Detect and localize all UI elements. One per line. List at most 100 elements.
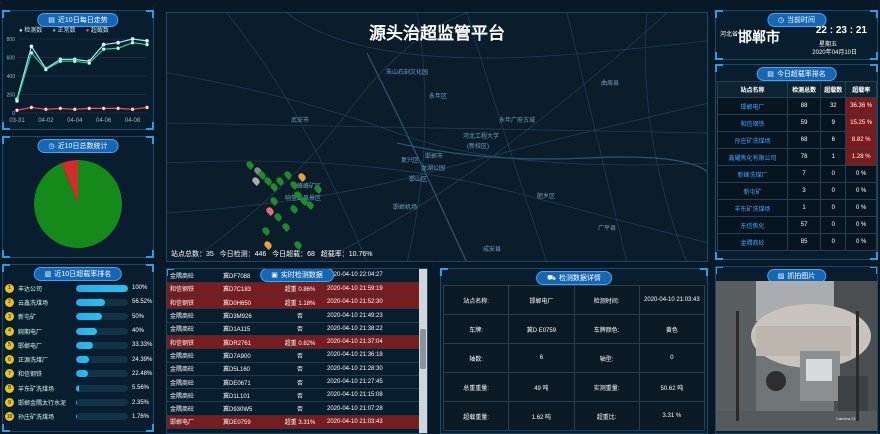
map-place-label: 河北工程大学 (463, 134, 500, 140)
rank-list: 1 丰达公司 100% 2 云鑫洗煤场 56.52% 3 新屯矿 50% 4 婉期电厂… (5, 281, 153, 424)
realtime-scrollbar[interactable] (419, 269, 427, 433)
x-tick-label: 04-02 (38, 118, 54, 124)
rank-bar (76, 327, 128, 335)
today-rank-title: ▤ 今日超载率排名 (756, 67, 837, 81)
column-header: 检测总数 (787, 81, 822, 98)
table-row[interactable]: 东信焦化 57 0 0 % (717, 216, 877, 234)
rate-cell: 0 % (856, 222, 867, 228)
y-tick-label: 400 (7, 74, 16, 80)
table-row[interactable]: 金隅商砼 85 0 0 % (717, 233, 877, 251)
overload-cell: 否 (296, 353, 303, 360)
data-point (87, 61, 92, 65)
time-panel: ◷ 当前时间 河北省 邯郸市 22 : 23 : 21 星期五 2020年04月1… (715, 10, 878, 60)
plate-cell: 冀DE0759 (223, 420, 251, 427)
station-cell: 新屯矿 (717, 182, 788, 200)
station-cell: 东信焦化 (717, 216, 788, 234)
table-row[interactable]: 邯郸电厂 冀DE0759 超重 3.31% 2020-04-10 21:03:4… (167, 415, 419, 429)
table-row[interactable]: 羊东矿洗煤场 1 0 0 % (717, 199, 877, 217)
rank-percent: 56.52% (132, 299, 153, 306)
y-tick-label: 600 (7, 56, 16, 62)
table-row[interactable]: 邯郸电厂 88 32 36.36 % (717, 97, 877, 115)
table-row[interactable]: 新屯矿 3 0 0 % (717, 182, 877, 200)
detail-value: 50.62 吨 (639, 372, 706, 402)
rate-cell: 0 % (856, 171, 867, 177)
map-place-label: 邯郸市 (425, 154, 444, 160)
station-cell: 金隅商砼 (170, 314, 195, 321)
column-header: 超载率 (845, 81, 877, 98)
detail-value: 49 吨 (508, 372, 575, 402)
total-cell: 59 (787, 114, 822, 132)
map-status: 站点总数：35 今日检测：446 今日超载：68 超载率：10.76% (171, 251, 373, 258)
data-point (101, 106, 106, 111)
chart-icon: ▤ (48, 17, 55, 24)
realtime-table[interactable]: 金隅商砼 冀DF7088 否 2020-04-10 22:04:27 和信钢铁 … (167, 269, 419, 429)
detail-value: 邯郸电厂 (508, 285, 575, 315)
rank-percent: 100% (132, 285, 148, 292)
column-header: 站点名称 (717, 81, 788, 98)
overload-count-cell: 0 (820, 182, 847, 200)
rank-number: 4 (5, 326, 14, 336)
table-row[interactable]: 金隅商砼 冀D1L101 否 2020-04-10 21:15:08 (167, 389, 419, 402)
map-place-label: 邯山区 (409, 177, 428, 183)
rank-bar (76, 399, 128, 407)
table-row[interactable]: 金隅商砼 冀DE0671 否 2020-04-10 21:27:45 (167, 375, 419, 389)
truck-icon: ⛟ (547, 275, 556, 282)
overload-cell: 否 (296, 380, 303, 387)
table-row[interactable]: 和信钢铁 冀D0H650 超重 1.18% 2020-04-10 21:52:3… (167, 295, 419, 309)
plate-cell: 冀D1A115 (223, 327, 251, 334)
detail-value: 冀D E0759 (508, 314, 575, 344)
photo-panel: ▨ 抓拍图片 Camera 01 (715, 266, 878, 434)
table-row[interactable]: 和信钢铁 59 9 15.25 % (717, 114, 877, 132)
rank-bar (76, 313, 128, 321)
page-title: 源头治超监管平台 (369, 24, 505, 43)
table-row[interactable]: 和信钢铁 冀D7C183 超重 0.86% 2020-04-10 21:59:1… (167, 282, 419, 296)
detail-row: 总重重量: 49 吨实测重量: 50.62 吨 (443, 372, 706, 402)
rate-cell: 0 % (856, 205, 867, 211)
time-cell: 2020-04-10 21:27:45 (327, 379, 383, 386)
rank-item: 7 和信钢铁 22.48% (5, 367, 153, 381)
clock: 22 : 23 : 21 (815, 25, 867, 36)
station-cell: 和信钢铁 (170, 300, 195, 307)
table-row[interactable]: 鑫耀焦化有限公司 78 1 1.28 % (717, 148, 877, 166)
series-line-normal (16, 42, 148, 102)
rank-number: 3 (5, 312, 14, 322)
table-row[interactable]: 孙庄矿洗煤场 68 6 8.82 % (717, 131, 877, 149)
detail-row: 站点名称: 邯郸电厂 检测时间: 2020-04-10 21:03:43 (443, 285, 706, 315)
rank-bar (76, 370, 128, 378)
table-row[interactable]: 金隅商砼 冀D5L160 否 2020-04-10 21:28:30 (167, 362, 419, 376)
overload-cell: 否 (296, 407, 303, 414)
camera-label: Camera 01 (836, 416, 856, 421)
detail-title: ⛟ 检测数据详情 (536, 271, 612, 285)
rank-number: 8 (5, 383, 14, 393)
rate-cell: 1.28 % (845, 148, 877, 166)
overload-count-cell: 0 (820, 233, 847, 251)
data-point (130, 107, 135, 112)
today-rank-panel: ▤ 今日超载率排名 站点名称 检测总数 超载数 超载率 邯郸电厂 88 32 36.36… (715, 64, 878, 260)
overload-cell: 超重 1.18% (284, 300, 316, 307)
table-row[interactable]: 金隅商砼 冀D1A115 否 2020-04-10 21:38:22 (167, 322, 419, 336)
station-cell: 和信钢铁 (170, 287, 195, 294)
data-point (72, 59, 77, 64)
time-cell: 2020-04-10 21:49:23 (327, 312, 383, 319)
total-cell: 57 (787, 216, 822, 234)
list-icon: ▤ (767, 71, 774, 78)
rank-number: 10 (5, 412, 14, 422)
rank-item: 5 邯郸电厂 33.33% (5, 338, 153, 352)
plate-cell: 冀D3M926 (223, 314, 252, 321)
detail-label: 超重比: (574, 401, 640, 431)
detail-label: 轴数: (443, 343, 510, 373)
table-row[interactable]: 新峰洗煤厂 7 0 0 % (717, 165, 877, 183)
map-place-label: 邯郸机场 (393, 205, 418, 211)
rank-percent: 1.76% (132, 413, 150, 420)
x-tick-label: 04-04 (67, 118, 83, 124)
capture-photo[interactable] (716, 281, 877, 431)
table-row[interactable]: 金隅商砼 冀D3M926 否 2020-04-10 21:49:23 (167, 309, 419, 323)
total-cell: 88 (787, 97, 822, 115)
table-row[interactable]: 金隅商砼 冀D930W5 否 2020-04-10 21:07:28 (167, 402, 419, 416)
table-row[interactable]: 和信钢铁 冀DR2761 超重 0.82% 2020-04-10 21:37:0… (167, 335, 419, 349)
station-cell: 新峰洗煤厂 (717, 165, 788, 183)
time-cell: 2020-04-10 21:07:28 (327, 405, 383, 412)
image-icon: ▨ (777, 273, 785, 280)
plate-cell: 冀DE0671 (223, 380, 251, 387)
table-row[interactable]: 金隅商砼 冀D7A900 否 2020-04-10 21:36:18 (167, 349, 419, 363)
